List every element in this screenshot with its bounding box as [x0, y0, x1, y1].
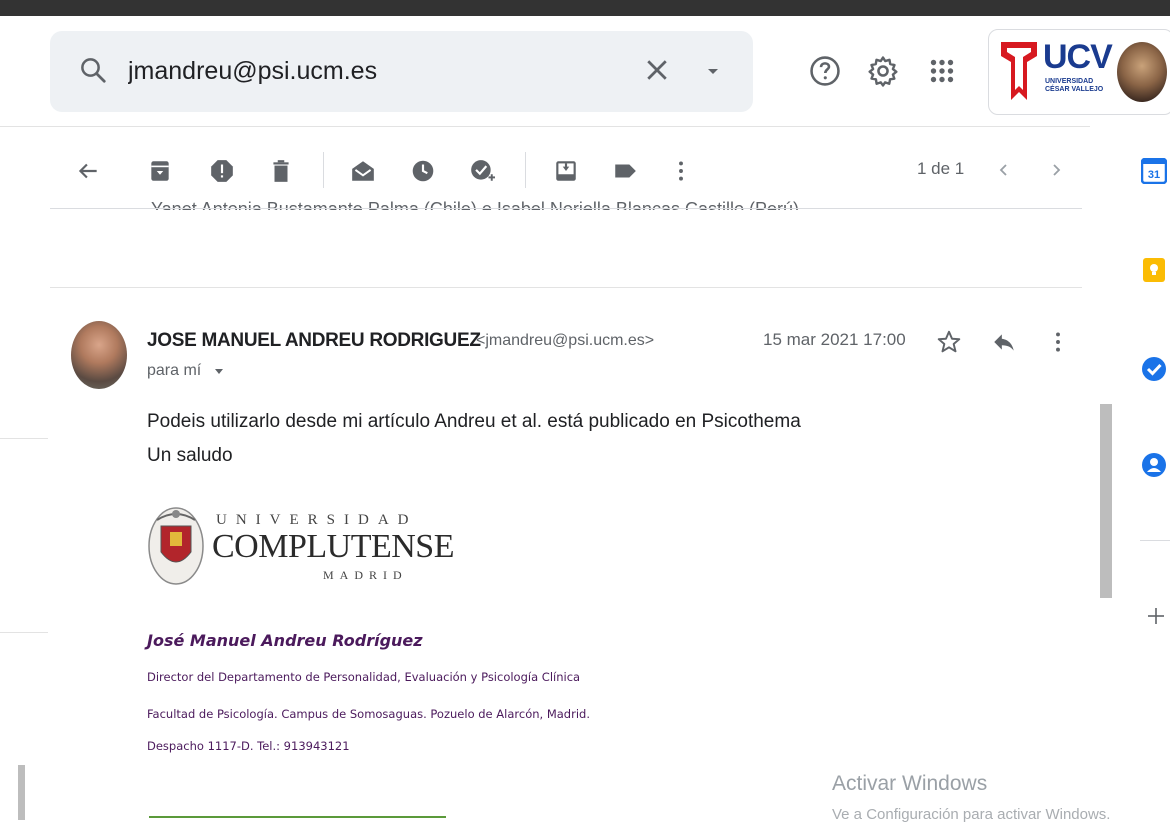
chevron-down-icon[interactable]	[703, 61, 723, 81]
contacts-icon[interactable]	[1141, 452, 1167, 478]
pagination-label: 1 de 1	[917, 159, 965, 178]
toolbar-divider	[323, 152, 324, 188]
recipient-line[interactable]: para mí	[147, 362, 201, 380]
archive-icon[interactable]	[147, 158, 173, 184]
help-icon[interactable]	[808, 54, 842, 88]
sender-name[interactable]: JOSE MANUEL ANDREU RODRIGUEZ	[147, 330, 481, 352]
mark-unread-icon[interactable]	[350, 158, 376, 184]
signature-name: José Manuel Andreu Rodríguez	[147, 631, 423, 650]
snooze-clock-icon[interactable]	[410, 158, 436, 184]
logo-name-line: COMPLUTENSE	[212, 528, 454, 565]
star-icon[interactable]	[936, 329, 962, 355]
account-avatar[interactable]	[1117, 42, 1167, 102]
chevron-left-icon[interactable]	[994, 158, 1014, 182]
nav-divider	[0, 632, 48, 633]
add-task-icon[interactable]	[469, 158, 495, 184]
plus-icon[interactable]	[1146, 606, 1166, 626]
signature-line: Facultad de Psicología. Campus de Somosa…	[147, 707, 590, 721]
chevron-right-icon[interactable]	[1046, 158, 1066, 182]
scrollbar-thumb[interactable]	[1100, 404, 1112, 598]
logo-university-line: UNIVERSIDAD	[216, 512, 418, 528]
sender-email: <jmandreu@psi.ucm.es>	[476, 332, 655, 349]
close-icon[interactable]	[642, 55, 672, 85]
label-icon[interactable]	[612, 158, 638, 184]
move-to-icon[interactable]	[553, 158, 579, 184]
nav-divider	[0, 438, 48, 439]
ucv-logo-subtitle: UNIVERSIDAD CÉSAR VALLEJO	[1045, 78, 1104, 93]
more-vert-icon[interactable]	[668, 158, 694, 184]
reply-icon[interactable]	[991, 329, 1017, 355]
ucv-logo-text: UCV	[1043, 38, 1113, 76]
message-date: 15 mar 2021 17:00	[763, 330, 906, 349]
keep-icon[interactable]	[1141, 257, 1167, 283]
chevron-down-icon[interactable]	[214, 368, 224, 376]
logo-city-line: MADRID	[323, 568, 408, 582]
arrow-left-icon[interactable]	[75, 158, 101, 184]
search-bar[interactable]	[50, 31, 753, 112]
signature-line: Director del Departamento de Personalida…	[147, 670, 581, 684]
search-input[interactable]	[128, 57, 598, 86]
toolbar-divider	[525, 152, 526, 188]
tasks-icon[interactable]	[1141, 356, 1167, 382]
calendar-icon[interactable]: 31	[1141, 158, 1167, 184]
signature-rule	[149, 816, 446, 818]
account-switcher[interactable]: UCV UNIVERSIDAD CÉSAR VALLEJO	[988, 29, 1170, 115]
apps-grid-icon[interactable]	[925, 54, 959, 88]
svg-text:31: 31	[1148, 169, 1160, 181]
message-body-line: Un saludo	[147, 445, 233, 466]
nav-scrollbar[interactable]	[18, 765, 25, 820]
activation-watermark-title: Activar Windows	[832, 772, 988, 795]
sender-avatar[interactable]	[71, 321, 127, 389]
ucv-logo-mark	[1001, 42, 1037, 100]
message-body-line: Podeis utilizarlo desde mi artículo Andr…	[147, 411, 801, 432]
activation-watermark-subtitle: Ve a Configuración para activar Windows.	[832, 806, 1111, 823]
thread-divider	[50, 208, 1082, 209]
more-vert-icon[interactable]	[1045, 329, 1071, 355]
window-top-bar	[0, 0, 1170, 16]
university-crest-logo	[148, 507, 204, 585]
side-panel-divider	[1140, 540, 1170, 541]
message-divider	[50, 287, 1082, 288]
header-divider	[0, 126, 1090, 127]
trash-icon[interactable]	[268, 158, 294, 184]
report-spam-icon[interactable]	[209, 158, 235, 184]
signature-line: Despacho 1117-D. Tel.: 913943121	[147, 739, 350, 753]
search-icon[interactable]	[78, 55, 108, 85]
gear-icon[interactable]	[866, 54, 900, 88]
